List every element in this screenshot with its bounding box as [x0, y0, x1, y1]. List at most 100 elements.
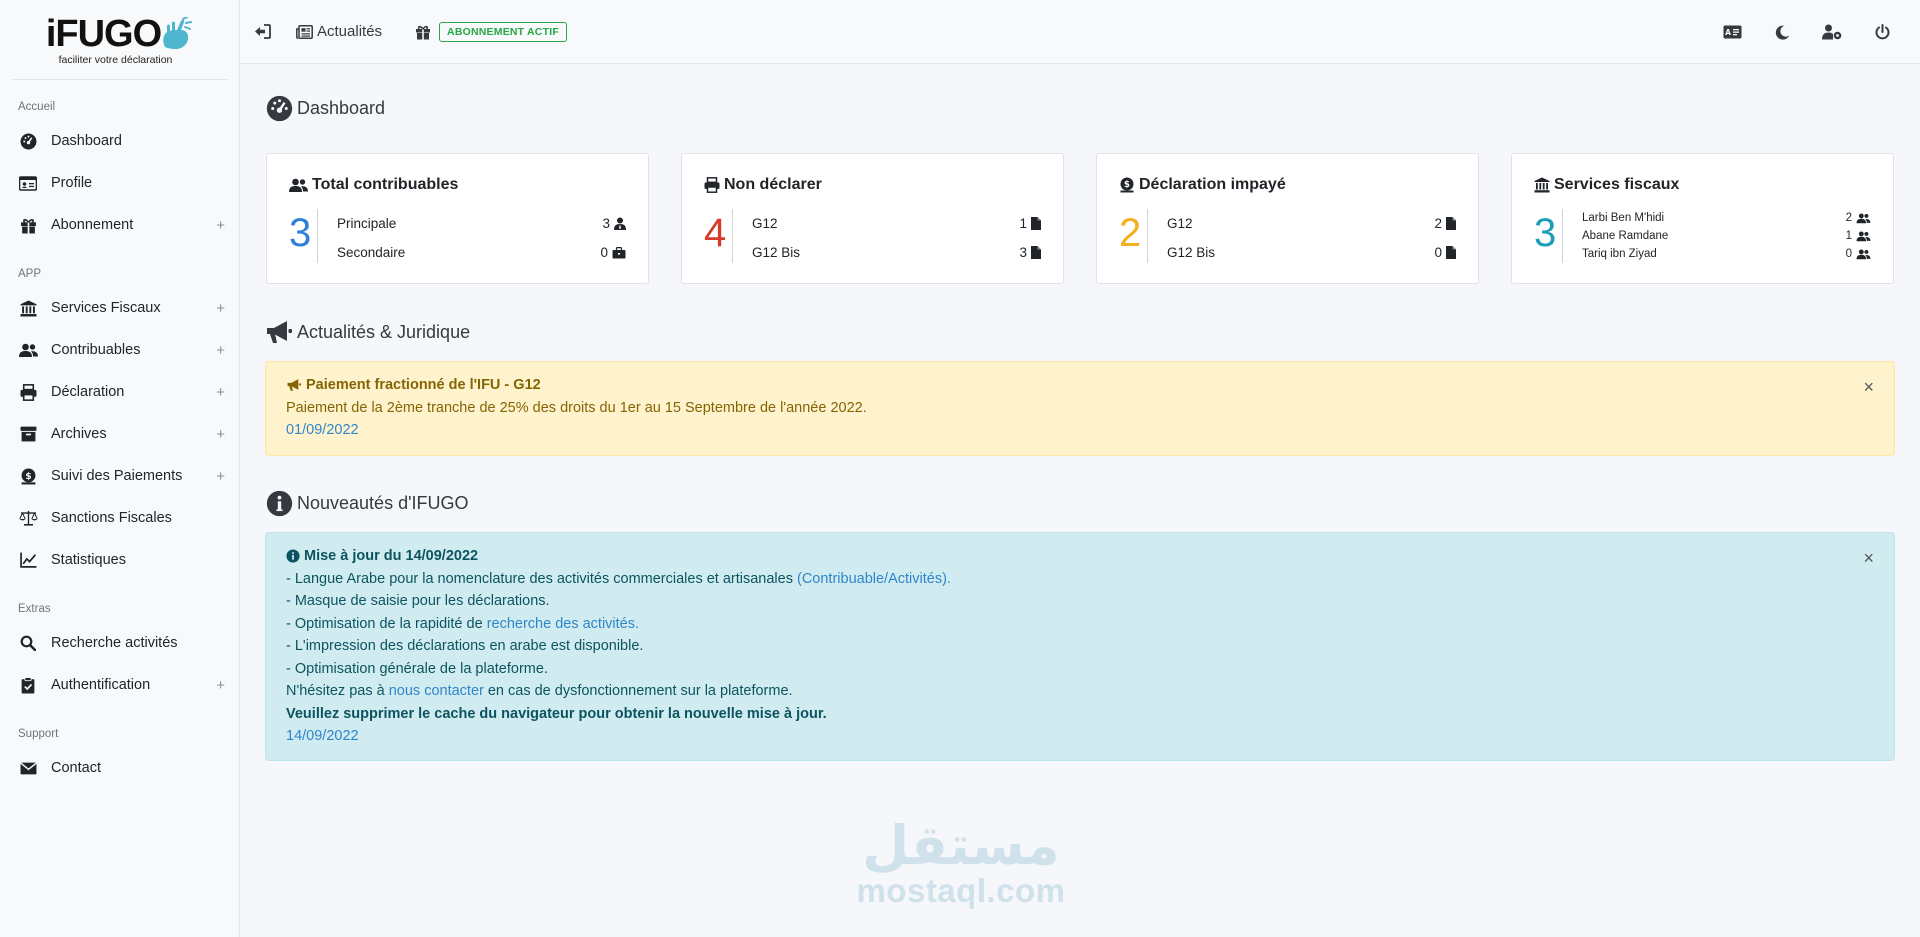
card-declaration-impaye[interactable]: $ Déclaration impayé 2 G12 2 G12 Bis 0: [1096, 153, 1479, 284]
expand-plus-icon[interactable]: +: [216, 384, 225, 401]
card-total-value: 3: [1534, 211, 1557, 255]
archive-icon: [18, 424, 38, 444]
user-tie-icon: [614, 217, 626, 230]
card-rows: Principale 3 Secondaire 0: [337, 209, 626, 267]
logo[interactable]: iFUGO faciliter votre déclaration: [12, 0, 227, 80]
sidebar-item-contact[interactable]: Contact: [0, 747, 239, 789]
sidebar-item-label: Contribuables: [51, 342, 141, 358]
sidebar-item-label: Authentification: [51, 677, 151, 693]
card-row: Abane Ramdane 1: [1582, 227, 1871, 245]
section-title: Nouveautés d'IFUGO: [297, 492, 469, 513]
sidebar-item-suivi-paiements[interactable]: $ Suivi des Paiements +: [0, 455, 239, 497]
users-icon: [1856, 249, 1871, 259]
sidebar-item-authentification[interactable]: Authentification +: [0, 664, 239, 706]
news-alert: Paiement fractionné de l'IFU - G12 Paiem…: [265, 361, 1895, 456]
news-link-label: Actualités: [317, 23, 383, 40]
card-row-label: G12: [1167, 216, 1193, 231]
dashboard-heading: Dashboard: [265, 94, 385, 122]
language-button[interactable]: A: [1707, 25, 1757, 39]
cache-notice: Veuillez supprimer le cache du navigateu…: [286, 705, 827, 722]
money-bag-icon: $: [18, 466, 38, 486]
activities-link[interactable]: (Contribuable/Activités).: [797, 571, 951, 587]
card-title: $ Déclaration impayé: [1119, 176, 1286, 194]
contact-us-link[interactable]: nous contacter: [389, 683, 484, 699]
card-row: G12 2: [1167, 209, 1456, 238]
expand-plus-icon[interactable]: +: [216, 342, 225, 359]
scale-icon: [18, 508, 38, 528]
topbar-actions: A: [1707, 0, 1920, 64]
card-row-value: 3: [602, 216, 610, 231]
sidebar-item-statistiques[interactable]: Statistiques: [0, 539, 239, 581]
file-icon: [1446, 217, 1456, 230]
card-row-label: G12: [752, 216, 778, 231]
print-icon: [18, 382, 38, 402]
card-row: Secondaire 0: [337, 238, 626, 267]
toggle-sidebar-button[interactable]: [254, 24, 271, 39]
envelope-icon: [18, 758, 38, 778]
contact-line: N'hésitez pas à nous contacter en cas de…: [286, 680, 1874, 703]
nav-section-support: Support: [18, 728, 59, 740]
sidebar-item-label: Contact: [51, 760, 101, 776]
alert-title-text: Mise à jour du 14/09/2022: [304, 548, 479, 564]
card-non-declarer[interactable]: Non déclarer 4 G12 1 G12 Bis 3: [681, 153, 1064, 284]
print-icon: [704, 177, 720, 193]
card-title: Services fiscaux: [1534, 176, 1679, 194]
card-rows: Larbi Ben M'hidi 2 Abane Ramdane 1 Tariq…: [1582, 209, 1871, 263]
subscription-status[interactable]: ABONNEMENT ACTIF: [415, 21, 567, 42]
file-icon: [1031, 217, 1041, 230]
close-icon[interactable]: ×: [1863, 547, 1874, 570]
users-icon: [1856, 213, 1871, 223]
info-circle-icon: [265, 489, 293, 517]
expand-plus-icon[interactable]: +: [216, 426, 225, 443]
card-row-value: 0: [1434, 245, 1442, 260]
alert-title: Paiement fractionné de l'IFU - G12: [286, 374, 1874, 397]
sidebar-item-services-fiscaux[interactable]: Services Fiscaux +: [0, 287, 239, 329]
sidebar-item-archives[interactable]: Archives +: [0, 413, 239, 455]
news-link[interactable]: Actualités: [296, 23, 382, 40]
card-title-label: Services fiscaux: [1554, 176, 1680, 193]
sidebar-item-dashboard[interactable]: Dashboard: [0, 120, 239, 162]
sidebar-item-declaration[interactable]: Déclaration +: [0, 371, 239, 413]
card-row-label: Larbi Ben M'hidi: [1582, 212, 1665, 224]
card-row: Tariq ibn Ziyad 0: [1582, 245, 1871, 263]
sidebar-item-label: Profile: [51, 175, 93, 191]
sidebar-item-label: Dashboard: [51, 133, 122, 149]
bank-icon: [1534, 177, 1550, 193]
sidebar-item-sanctions-fiscales[interactable]: Sanctions Fiscales: [0, 497, 239, 539]
card-divider: [1147, 209, 1148, 263]
user-cog-icon: [1822, 24, 1842, 40]
update-line-text: - Optimisation de la rapidité de: [286, 615, 487, 632]
logout-button[interactable]: [1857, 24, 1907, 40]
update-line: - Langue Arabe pour la nomenclature des …: [286, 568, 1874, 591]
search-activities-link[interactable]: recherche des activités.: [487, 616, 639, 632]
search-icon: [18, 633, 38, 653]
sidebar-item-recherche-activites[interactable]: Recherche activités: [0, 622, 239, 664]
sidebar-item-profile[interactable]: Profile: [0, 162, 239, 204]
card-row-value: 1: [1845, 230, 1852, 242]
card-total-contribuables[interactable]: Total contribuables 3 Principale 3 Secon…: [266, 153, 649, 284]
sidebar: iFUGO faciliter votre déclaration Accuei…: [0, 0, 240, 937]
sidebar-item-label: Déclaration: [51, 384, 125, 400]
update-line: - Optimisation de la rapidité de recherc…: [286, 613, 1874, 636]
card-services-fiscaux[interactable]: Services fiscaux 3 Larbi Ben M'hidi 2 Ab…: [1511, 153, 1894, 284]
card-row: G12 Bis 0: [1167, 238, 1456, 267]
sidebar-item-abonnement[interactable]: Abonnement +: [0, 204, 239, 246]
expand-plus-icon[interactable]: +: [216, 217, 225, 234]
card-row-label: G12 Bis: [752, 245, 801, 260]
close-icon[interactable]: ×: [1863, 376, 1874, 399]
card-row-value: 2: [1845, 212, 1852, 224]
bank-icon: [18, 298, 38, 318]
dark-mode-button[interactable]: [1757, 25, 1807, 40]
card-divider: [317, 209, 318, 263]
expand-plus-icon[interactable]: +: [216, 300, 225, 317]
card-row-value: 1: [1019, 216, 1027, 231]
chart-line-icon: [18, 550, 38, 570]
update-line: - L'impression des déclarations en arabe…: [286, 638, 644, 654]
sidebar-item-contribuables[interactable]: Contribuables +: [0, 329, 239, 371]
info-circle-icon: [286, 549, 300, 563]
logo-wordmark: iFUGO: [45, 12, 162, 55]
alert-date: 01/09/2022: [286, 422, 359, 438]
user-settings-button[interactable]: [1807, 24, 1857, 40]
expand-plus-icon[interactable]: +: [216, 468, 225, 485]
expand-plus-icon[interactable]: +: [216, 677, 225, 694]
